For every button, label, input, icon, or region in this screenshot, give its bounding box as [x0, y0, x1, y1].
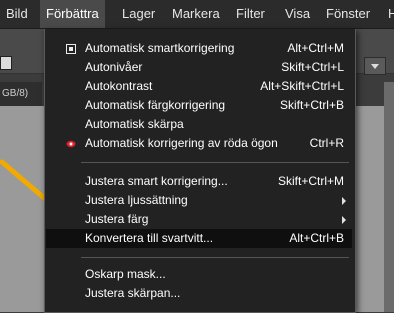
menu-item-label: Justera smart korrigering... [85, 174, 228, 188]
color-swatch[interactable] [0, 56, 12, 70]
menu-forbattra[interactable]: Förbättra [40, 0, 105, 28]
menu-item-auto-red-eye[interactable]: Automatisk korrigering av röda ögon Ctrl… [46, 134, 352, 153]
menu-item-auto-levels[interactable]: Autonivåer Skift+Ctrl+L [46, 58, 352, 77]
menu-item-shortcut: Alt+Ctrl+B [289, 231, 344, 245]
menu-item-auto-smart-fix[interactable]: Automatisk smartkorrigering Alt+Ctrl+M [46, 39, 352, 58]
menu-item-label: Konvertera till svartvitt... [85, 231, 214, 245]
menu-filter[interactable]: Filter [236, 0, 265, 28]
submenu-arrow-icon [342, 197, 346, 205]
menu-item-label: Automatisk färgkorrigering [85, 98, 226, 112]
menu-item-shortcut: Skift+Ctrl+L [281, 60, 344, 74]
menu-lager[interactable]: Lager [122, 0, 155, 28]
red-eye-icon [66, 140, 76, 148]
menu-item-label: Autonivåer [85, 60, 143, 74]
menu-item-label: Automatisk smartkorrigering [85, 41, 235, 55]
menu-separator [81, 162, 349, 163]
menu-item-label: Automatisk korrigering av röda ögon [85, 136, 278, 150]
menu-bild[interactable]: Bild [6, 0, 28, 28]
menu-item-label: Oskarp mask... [85, 267, 166, 281]
document-tab[interactable]: GB/8) [0, 82, 42, 106]
menu-fonster[interactable]: Fönster [326, 0, 370, 28]
menu-item-label: Justera ljussättning [85, 193, 188, 207]
menu-item-label: Justera färg [85, 212, 149, 226]
menu-hjalp[interactable]: H [388, 0, 394, 28]
menu-item-auto-contrast[interactable]: Autokontrast Alt+Skift+Ctrl+L [46, 77, 352, 96]
canvas-edge [384, 82, 394, 312]
menu-markera[interactable]: Markera [172, 0, 220, 28]
menu-item-label: Justera skärpan... [85, 286, 181, 300]
menu-item-label: Automatisk skärpa [85, 117, 184, 131]
menu-bar: Bild Förbättra Lager Markera Filter Visa… [0, 0, 394, 29]
menu-item-shortcut: Alt+Ctrl+M [287, 41, 344, 55]
menu-item-shortcut: Alt+Skift+Ctrl+L [260, 79, 344, 93]
toolbar-dropdown[interactable] [364, 57, 386, 75]
smart-fix-icon [66, 44, 76, 54]
menu-item-adjust-color[interactable]: Justera färg [46, 210, 352, 229]
submenu-arrow-icon [342, 216, 346, 224]
menu-item-adjust-smart-fix[interactable]: Justera smart korrigering... Skift+Ctrl+… [46, 172, 352, 191]
menu-item-unsharp-mask[interactable]: Oskarp mask... [46, 265, 352, 284]
menu-item-adjust-sharpness[interactable]: Justera skärpan... [46, 284, 352, 303]
menu-item-auto-color-correction[interactable]: Automatisk färgkorrigering Skift+Ctrl+B [46, 96, 352, 115]
menu-item-auto-sharpen[interactable]: Automatisk skärpa [46, 115, 352, 134]
menu-item-label: Autokontrast [85, 79, 153, 93]
menu-separator [81, 257, 349, 258]
chevron-down-icon [371, 64, 379, 69]
menu-item-adjust-lighting[interactable]: Justera ljussättning [46, 191, 352, 210]
menu-item-shortcut: Ctrl+R [309, 136, 344, 150]
menu-visa[interactable]: Visa [285, 0, 310, 28]
menu-item-convert-to-bw[interactable]: Konvertera till svartvitt... Alt+Ctrl+B [46, 229, 352, 248]
menu-item-shortcut: Skift+Ctrl+B [279, 98, 344, 112]
menu-item-shortcut: Skift+Ctrl+M [277, 174, 344, 188]
forbattra-menu: Automatisk smartkorrigering Alt+Ctrl+M A… [44, 29, 356, 313]
